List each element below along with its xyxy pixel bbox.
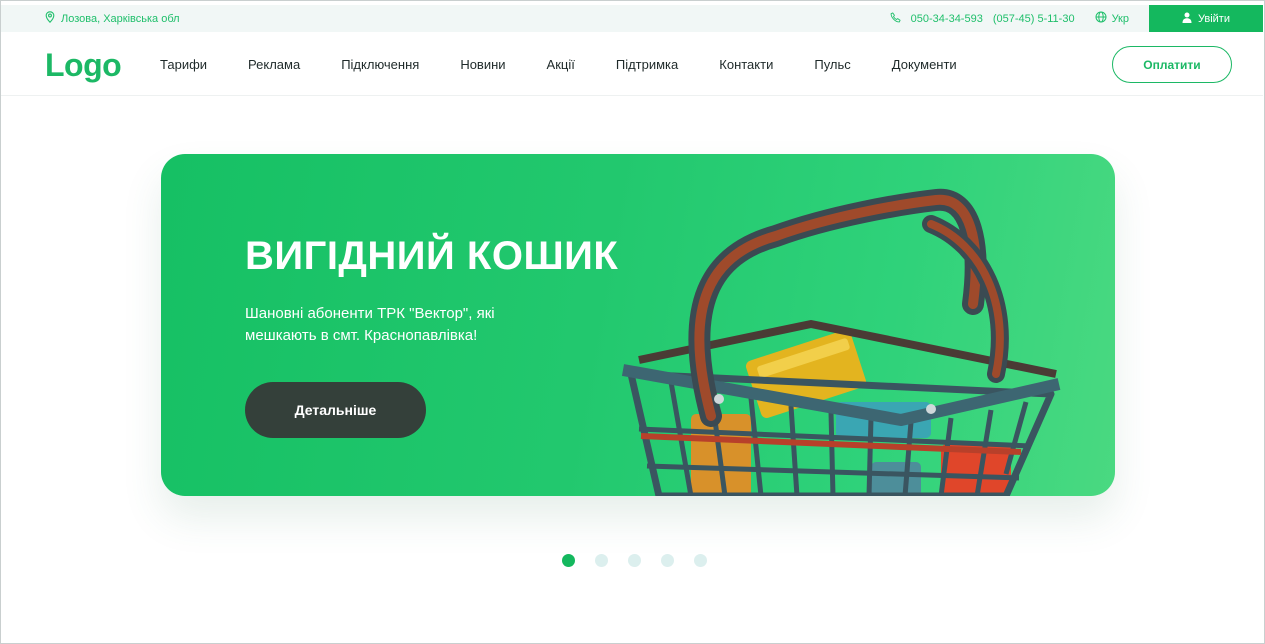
nav-item-connection[interactable]: Підключення [341,57,419,72]
nav-item-promotions[interactable]: Акції [547,57,575,72]
phone-2-link[interactable]: (057-45) 5-11-30 [993,13,1075,25]
slider-dot[interactable] [628,554,641,567]
shopping-basket-image [621,188,1061,496]
login-label: Увійти [1198,12,1230,25]
globe-icon [1095,11,1107,26]
nav-item-advertising[interactable]: Реклама [248,57,300,72]
map-pin-icon [45,11,55,26]
slider-pagination [562,554,707,567]
hero-banner: ВИГІДНИЙ КОШИК Шановні абоненти ТРК "Век… [161,154,1115,496]
login-button[interactable]: Увійти [1149,5,1263,32]
slider-dot[interactable] [595,554,608,567]
slider-dot[interactable] [694,554,707,567]
logo[interactable]: Logo [45,47,122,84]
language-label: Укр [1111,12,1129,25]
pay-button[interactable]: Оплатити [1112,46,1232,83]
main-header: Logo Тарифи Реклама Підключення Новини А… [1,32,1263,96]
user-icon [1182,12,1192,26]
nav-item-pulse[interactable]: Пульс [814,57,850,72]
slider-dot[interactable] [661,554,674,567]
phone-icon [890,11,901,26]
phones: 050-34-34-593 (057-45) 5-11-30 [890,11,1075,26]
top-bar-right: 050-34-34-593 (057-45) 5-11-30 Укр Увійт… [890,5,1263,32]
slider-dot[interactable] [562,554,575,567]
nav-item-support[interactable]: Підтримка [616,57,678,72]
nav-item-documents[interactable]: Документи [892,57,957,72]
main-nav: Тарифи Реклама Підключення Новини Акції … [160,32,998,96]
location-text: Лозова, Харківська обл [61,12,180,25]
nav-item-contacts[interactable]: Контакти [719,57,773,72]
language-selector[interactable]: Укр [1095,11,1129,26]
nav-item-tariffs[interactable]: Тарифи [160,57,207,72]
details-button[interactable]: Детальніше [245,382,426,438]
location[interactable]: Лозова, Харківська обл [45,5,180,32]
phone-1-link[interactable]: 050-34-34-593 [911,13,983,25]
banner-title: ВИГІДНИЙ КОШИК [245,234,619,278]
nav-item-news[interactable]: Новини [460,57,505,72]
banner-text: Шановні абоненти ТРК "Вектор", які мешка… [245,305,495,344]
top-bar: Лозова, Харківська обл 050-34-34-593 (05… [1,5,1263,32]
